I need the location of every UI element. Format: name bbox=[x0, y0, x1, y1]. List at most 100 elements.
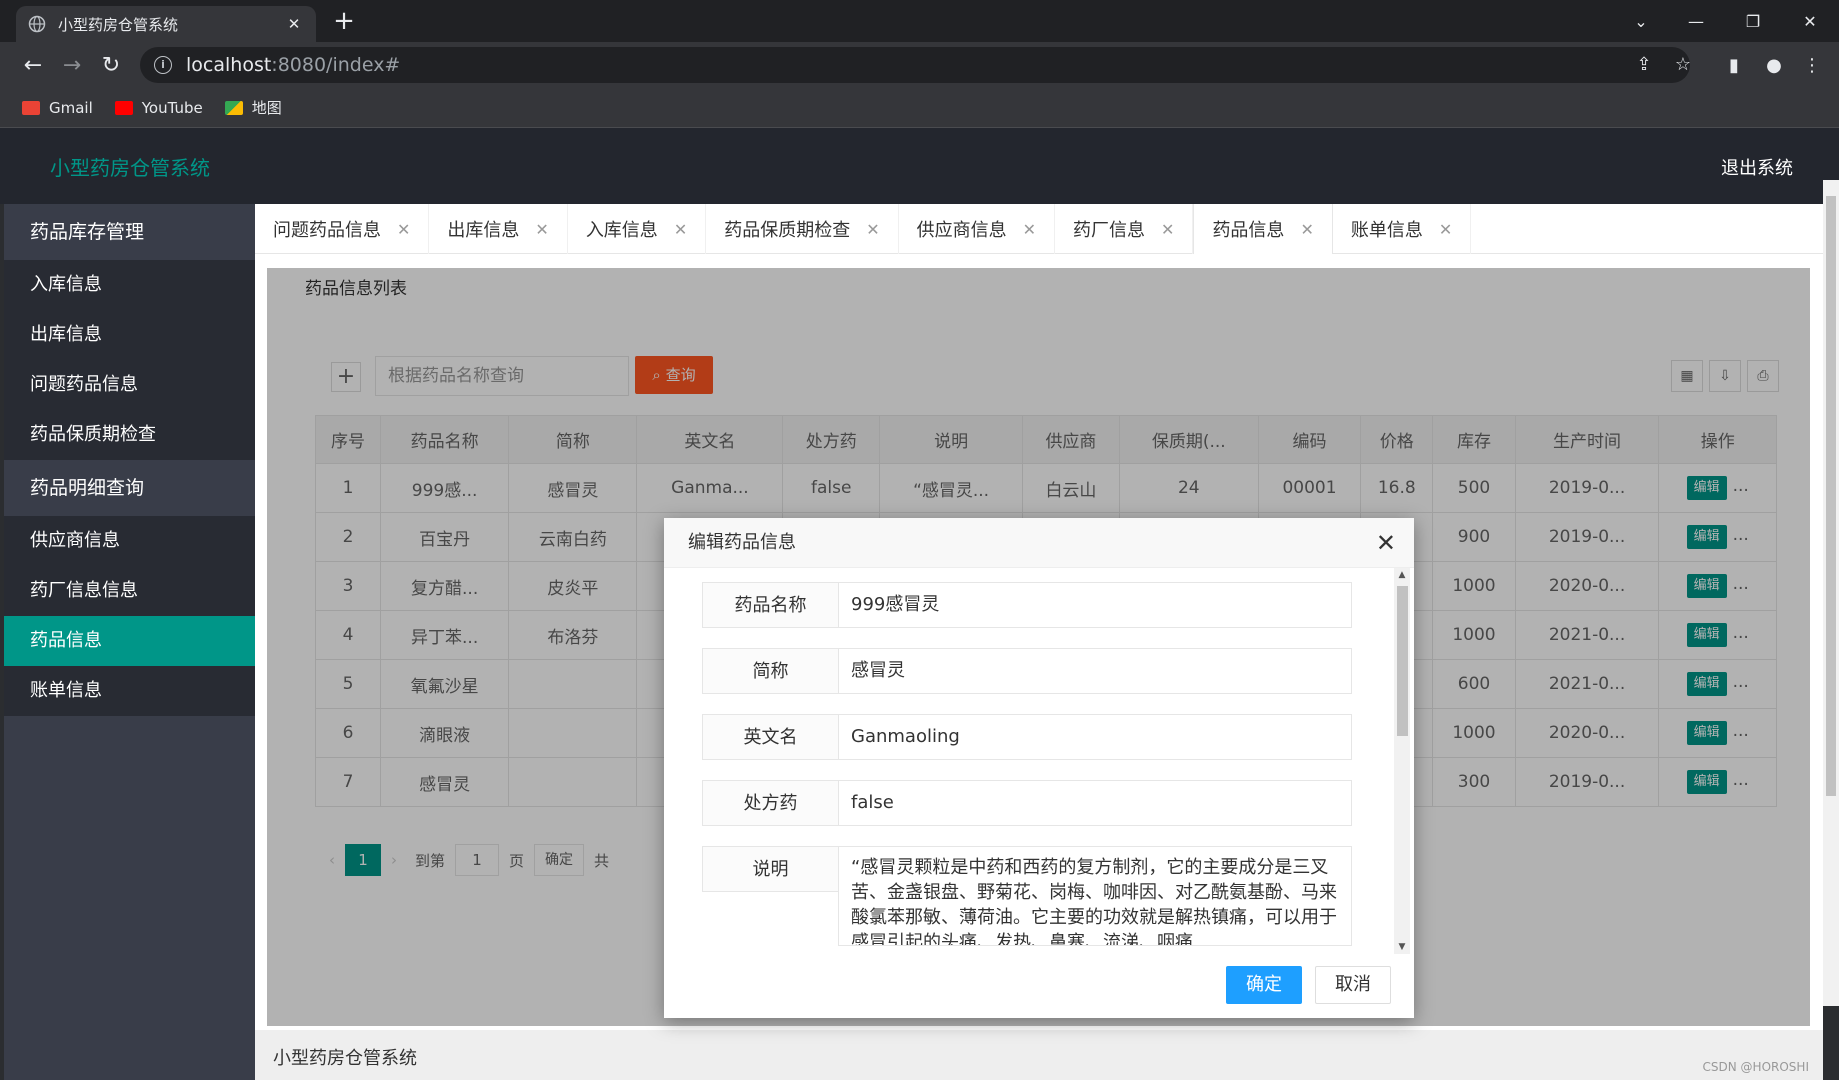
prescription-field[interactable]: false bbox=[838, 780, 1352, 826]
confirm-button[interactable]: 确定 bbox=[1226, 966, 1302, 1004]
close-icon[interactable]: ✕ bbox=[1161, 220, 1174, 239]
tab-label: 问题药品信息 bbox=[273, 220, 381, 241]
scrollbar-thumb[interactable] bbox=[1397, 586, 1408, 736]
profile-icon[interactable]: ● bbox=[1762, 54, 1786, 78]
sidebar-group-details[interactable]: 药品明细查询 bbox=[4, 460, 255, 516]
field-label: 说明 bbox=[702, 846, 838, 892]
tab-search-icon[interactable]: ⌄ bbox=[1613, 0, 1669, 42]
dialog-scrollbar[interactable]: ▲ ▼ bbox=[1394, 568, 1410, 954]
sidebar-item-expiry-check[interactable]: 药品保质期检查 bbox=[4, 410, 255, 460]
footer-text: 小型药房仓管系统 bbox=[273, 1048, 417, 1069]
app-footer: 小型药房仓管系统 CSDN @HOROSHI bbox=[255, 1030, 1823, 1080]
sidebar-item-inbound[interactable]: 入库信息 bbox=[4, 260, 255, 310]
bookmark-label: YouTube bbox=[141, 98, 203, 117]
menu-dots-icon[interactable]: ⋮ bbox=[1800, 54, 1824, 78]
english-name-field[interactable]: Ganmaoling bbox=[838, 714, 1352, 760]
tab-drug-info[interactable]: 药品信息 ✕ bbox=[1193, 204, 1333, 254]
sidebar-item-drug-info[interactable]: 药品信息 bbox=[4, 616, 255, 666]
short-name-field[interactable]: 感冒灵 bbox=[838, 648, 1352, 694]
tab-label: 药厂信息 bbox=[1073, 220, 1146, 241]
tab-label: 药品保质期检查 bbox=[724, 220, 851, 241]
field-label: 英文名 bbox=[702, 714, 838, 760]
close-icon[interactable]: ✕ bbox=[1023, 220, 1036, 239]
description-textarea[interactable]: “感冒灵颗粒是中药和西药的复方制剂，它的主要成分是三叉苦、金盏银盘、野菊花、岗梅… bbox=[838, 846, 1352, 946]
sidebar-item-suppliers[interactable]: 供应商信息 bbox=[4, 516, 255, 566]
gmail-icon bbox=[22, 100, 40, 115]
browser-toolbar: ← → ↻ i localhost:8080/index# ⇪ ☆ ▮ ● ⋮ bbox=[0, 42, 1839, 88]
tab-suppliers[interactable]: 供应商信息 ✕ bbox=[899, 204, 1056, 254]
address-path: :8080/index# bbox=[271, 54, 401, 76]
back-icon[interactable]: ← bbox=[18, 50, 48, 80]
close-tab-icon[interactable]: ✕ bbox=[284, 14, 304, 34]
form-row-english-name: 英文名 Ganmaoling bbox=[702, 714, 1352, 760]
tab-problem-drugs[interactable]: 问题药品信息 ✕ bbox=[255, 204, 430, 254]
bookmark-maps[interactable]: 地图 bbox=[224, 97, 282, 118]
app-title: 小型药房仓管系统 bbox=[50, 156, 210, 180]
tab-label: 出库信息 bbox=[447, 220, 520, 241]
bookmark-label: 地图 bbox=[251, 99, 282, 117]
bookmark-star-icon[interactable]: ☆ bbox=[1672, 54, 1694, 76]
forward-icon[interactable]: → bbox=[57, 50, 87, 80]
tab-label: 账单信息 bbox=[1350, 220, 1423, 241]
cancel-button[interactable]: 取消 bbox=[1315, 966, 1391, 1004]
drug-name-field[interactable]: 999感冒灵 bbox=[838, 582, 1352, 628]
bookmark-gmail[interactable]: Gmail bbox=[22, 99, 93, 117]
edit-drug-dialog: 编辑药品信息 ✕ 药品名称 999感冒灵 简称 感冒灵 英文名 Ganmaoli… bbox=[664, 518, 1414, 1018]
form-row-name: 药品名称 999感冒灵 bbox=[702, 582, 1352, 628]
restore-icon[interactable]: ❐ bbox=[1725, 0, 1781, 42]
bookmarks-bar: Gmail YouTube 地图 bbox=[0, 88, 1839, 128]
sidebar-item-outbound[interactable]: 出库信息 bbox=[4, 310, 255, 360]
tab-expiry-check[interactable]: 药品保质期检查 ✕ bbox=[706, 204, 899, 254]
address-bar[interactable]: i localhost:8080/index# bbox=[140, 47, 1690, 83]
site-info-icon[interactable]: i bbox=[154, 56, 172, 74]
tab-outbound[interactable]: 出库信息 ✕ bbox=[429, 204, 568, 254]
close-icon[interactable]: ✕ bbox=[535, 220, 548, 239]
tab-label: 入库信息 bbox=[585, 220, 658, 241]
form-row-short-name: 简称 感冒灵 bbox=[702, 648, 1352, 694]
window-close-icon[interactable]: ✕ bbox=[1782, 0, 1838, 42]
watermark: CSDN @HOROSHI bbox=[1702, 1060, 1809, 1074]
dialog-title: 编辑药品信息 bbox=[688, 532, 796, 553]
app-header: 小型药房仓管系统 退出系统 bbox=[0, 128, 1839, 204]
tab-label: 药品信息 bbox=[1212, 220, 1285, 241]
field-label: 处方药 bbox=[702, 780, 838, 826]
close-icon[interactable]: ✕ bbox=[1376, 518, 1396, 568]
sidebar-item-bills[interactable]: 账单信息 bbox=[4, 666, 255, 716]
field-label: 药品名称 bbox=[702, 582, 838, 628]
close-icon[interactable]: ✕ bbox=[1439, 220, 1452, 239]
youtube-icon bbox=[114, 100, 133, 115]
dialog-body: 药品名称 999感冒灵 简称 感冒灵 英文名 Ganmaoling 处方药 fa… bbox=[664, 568, 1414, 954]
reload-icon[interactable]: ↻ bbox=[96, 50, 126, 80]
logout-link[interactable]: 退出系统 bbox=[1721, 154, 1793, 180]
maps-icon bbox=[224, 100, 243, 115]
sidebar: 药品库存管理 入库信息 出库信息 问题药品信息 药品保质期检查 药品明细查询 供… bbox=[4, 204, 255, 1080]
form-row-prescription: 处方药 false bbox=[702, 780, 1352, 826]
scroll-up-icon[interactable]: ▲ bbox=[1397, 570, 1407, 580]
page-scrollbar[interactable] bbox=[1823, 180, 1839, 1006]
close-icon[interactable]: ✕ bbox=[1300, 220, 1313, 239]
close-icon[interactable]: ✕ bbox=[397, 220, 410, 239]
tab-bills[interactable]: 账单信息 ✕ bbox=[1333, 204, 1472, 254]
dialog-header: 编辑药品信息 ✕ bbox=[664, 518, 1414, 568]
browser-tab-title: 小型药房仓管系统 bbox=[58, 15, 179, 34]
close-icon[interactable]: ✕ bbox=[674, 220, 687, 239]
field-label: 简称 bbox=[702, 648, 838, 694]
bookmark-youtube[interactable]: YouTube bbox=[114, 98, 203, 117]
share-icon[interactable]: ⇪ bbox=[1633, 54, 1655, 76]
close-icon[interactable]: ✕ bbox=[866, 220, 879, 239]
scrollbar-thumb[interactable] bbox=[1826, 196, 1836, 796]
side-panel-icon[interactable]: ▮ bbox=[1722, 54, 1746, 78]
scroll-down-icon[interactable]: ▼ bbox=[1397, 942, 1407, 952]
tab-manufacturers[interactable]: 药厂信息 ✕ bbox=[1055, 204, 1194, 254]
sidebar-item-manufacturers[interactable]: 药厂信息信息 bbox=[4, 566, 255, 616]
minimize-icon[interactable]: — bbox=[1668, 0, 1724, 42]
tab-inbound[interactable]: 入库信息 ✕ bbox=[568, 204, 707, 254]
page-tabs: 问题药品信息 ✕ 出库信息 ✕ 入库信息 ✕ 药品保质期检查 ✕ 供应商信息 ✕ 药厂信息… bbox=[255, 204, 1823, 254]
sidebar-item-problem-drugs[interactable]: 问题药品信息 bbox=[4, 360, 255, 410]
form-row-description: 说明 “感冒灵颗粒是中药和西药的复方制剂，它的主要成分是三叉苦、金盏银盘、野菊花… bbox=[702, 846, 1352, 946]
new-tab-icon[interactable]: + bbox=[330, 8, 358, 36]
address-host: localhost bbox=[186, 54, 272, 76]
tab-label: 供应商信息 bbox=[916, 220, 1007, 241]
browser-tab[interactable]: 小型药房仓管系统 ✕ bbox=[16, 6, 316, 42]
sidebar-group-inventory[interactable]: 药品库存管理 bbox=[4, 204, 255, 260]
